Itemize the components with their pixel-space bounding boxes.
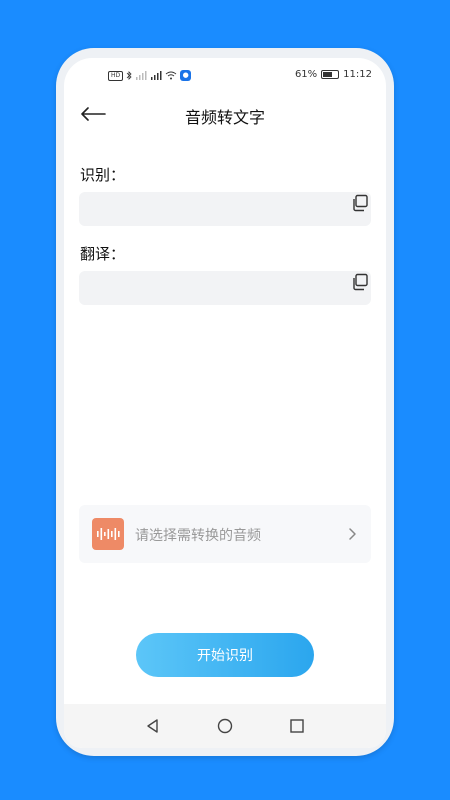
signal-strong-icon <box>151 71 162 80</box>
square-recents-icon <box>290 719 304 733</box>
nav-back-button[interactable] <box>143 716 163 736</box>
battery-percent: 61% <box>294 69 318 80</box>
nav-home-button[interactable] <box>215 716 235 736</box>
audio-waveform-icon <box>92 518 124 550</box>
signal-weak-icon <box>136 71 147 80</box>
status-icons-left: HD ● <box>108 70 192 81</box>
start-recognition-button[interactable]: 开始识别 <box>136 633 314 677</box>
system-nav-bar <box>64 704 386 748</box>
triangle-back-icon <box>147 719 158 733</box>
circle-home-icon <box>217 718 233 734</box>
status-icons-right: 61% 11:12 <box>295 69 372 80</box>
app-header: 音频转文字 <box>64 96 386 132</box>
copy-recognition-button[interactable] <box>351 194 369 212</box>
copy-icon <box>353 194 368 212</box>
nav-recents-button[interactable] <box>287 716 307 736</box>
app-screen: HD ● 61% 11:12 音频转文字 识别： 翻译： 请选择需转换的音频 开… <box>64 58 386 748</box>
page-title: 音频转文字 <box>184 108 265 127</box>
copy-icon <box>353 273 368 291</box>
translation-label: 翻译： <box>80 245 126 263</box>
translation-output[interactable] <box>79 271 371 305</box>
status-bar: HD ● 61% 11:12 <box>64 58 386 94</box>
clock: 11:12 <box>343 69 372 80</box>
select-audio-label: 请选择需转换的音频 <box>135 528 261 544</box>
vpn-icon: ● <box>180 70 192 81</box>
recognition-label: 识别： <box>80 166 126 184</box>
chevron-right-icon <box>349 528 356 540</box>
wifi-icon <box>165 71 177 80</box>
select-audio-button[interactable]: 请选择需转换的音频 <box>79 505 371 563</box>
copy-translation-button[interactable] <box>351 273 369 291</box>
battery-icon <box>321 70 340 79</box>
hd-badge: HD <box>108 70 124 81</box>
recognition-output[interactable] <box>79 192 371 226</box>
bluetooth-icon <box>126 71 132 80</box>
